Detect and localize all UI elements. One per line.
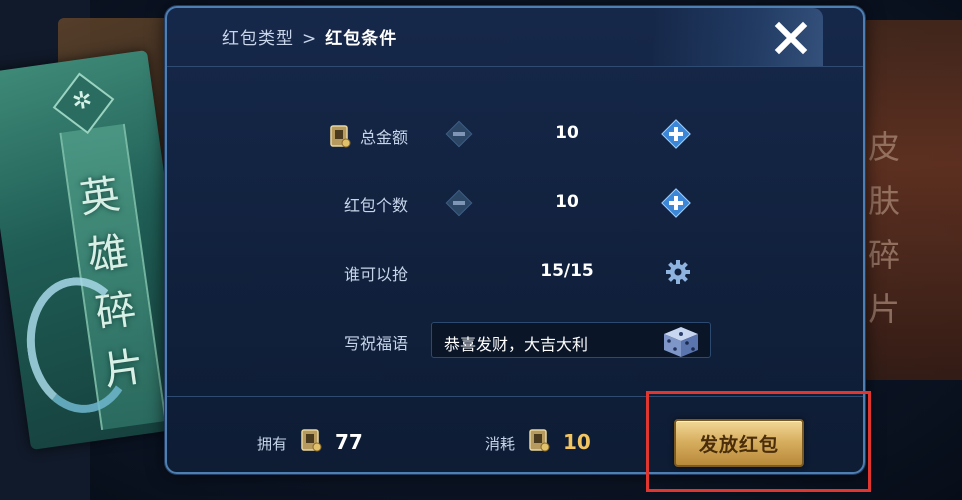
packet-count-decrease-button[interactable] bbox=[442, 186, 476, 220]
who-can-grab-value: 15/15 bbox=[540, 261, 594, 281]
breadcrumb: 红包类型 > 红包条件 bbox=[222, 24, 397, 49]
total-amount-label: 总金额 bbox=[328, 123, 408, 149]
breadcrumb-separator: > bbox=[302, 29, 318, 49]
breadcrumb-parent[interactable]: 红包类型 bbox=[222, 29, 294, 49]
skin-fragment-title: 皮肤碎片 bbox=[868, 128, 901, 328]
coin-icon bbox=[529, 429, 550, 452]
total-amount-row: 总金额 10 bbox=[167, 113, 863, 153]
blessing-input[interactable]: 恭喜发财，大吉大利 bbox=[431, 322, 711, 358]
minus-icon bbox=[445, 189, 473, 217]
packet-count-label: 红包个数 bbox=[343, 196, 408, 215]
who-can-grab-settings-button[interactable] bbox=[663, 257, 693, 287]
gear-icon bbox=[666, 260, 690, 284]
total-amount-decrease-button[interactable] bbox=[442, 117, 476, 151]
breadcrumb-current: 红包条件 bbox=[325, 29, 398, 49]
blessing-label: 写祝福语 bbox=[343, 334, 408, 353]
owned-value: 77 bbox=[335, 430, 363, 454]
card-emblem-icon: ✲ bbox=[70, 85, 95, 116]
who-can-grab-label: 谁可以抢 bbox=[343, 265, 408, 284]
packet-count-increase-button[interactable] bbox=[659, 186, 693, 220]
total-amount-value: 10 bbox=[555, 123, 579, 143]
plus-icon bbox=[661, 188, 691, 218]
owned-label: 拥有 bbox=[257, 435, 288, 453]
dialog-header: 红包类型 > 红包条件 bbox=[167, 8, 863, 67]
highlight-annotation-box bbox=[646, 391, 871, 492]
plus-icon bbox=[661, 119, 691, 149]
cost-label: 消耗 bbox=[485, 435, 516, 453]
skin-fragment-card: 皮肤碎片 bbox=[862, 20, 962, 380]
blessing-input-value: 恭喜发财，大吉大利 bbox=[444, 335, 589, 354]
minus-icon bbox=[445, 120, 473, 148]
packet-count-row: 红包个数 10 bbox=[167, 182, 863, 222]
random-blessing-button[interactable] bbox=[660, 325, 702, 359]
total-amount-increase-button[interactable] bbox=[659, 117, 693, 151]
packet-count-value: 10 bbox=[555, 192, 579, 212]
close-icon bbox=[774, 21, 808, 55]
coin-icon bbox=[301, 429, 322, 452]
close-button[interactable] bbox=[771, 18, 811, 58]
cost-value: 10 bbox=[563, 430, 591, 454]
who-can-grab-row: 谁可以抢 15/15 bbox=[167, 251, 863, 291]
dice-icon bbox=[664, 327, 698, 357]
coin-icon bbox=[330, 125, 351, 148]
